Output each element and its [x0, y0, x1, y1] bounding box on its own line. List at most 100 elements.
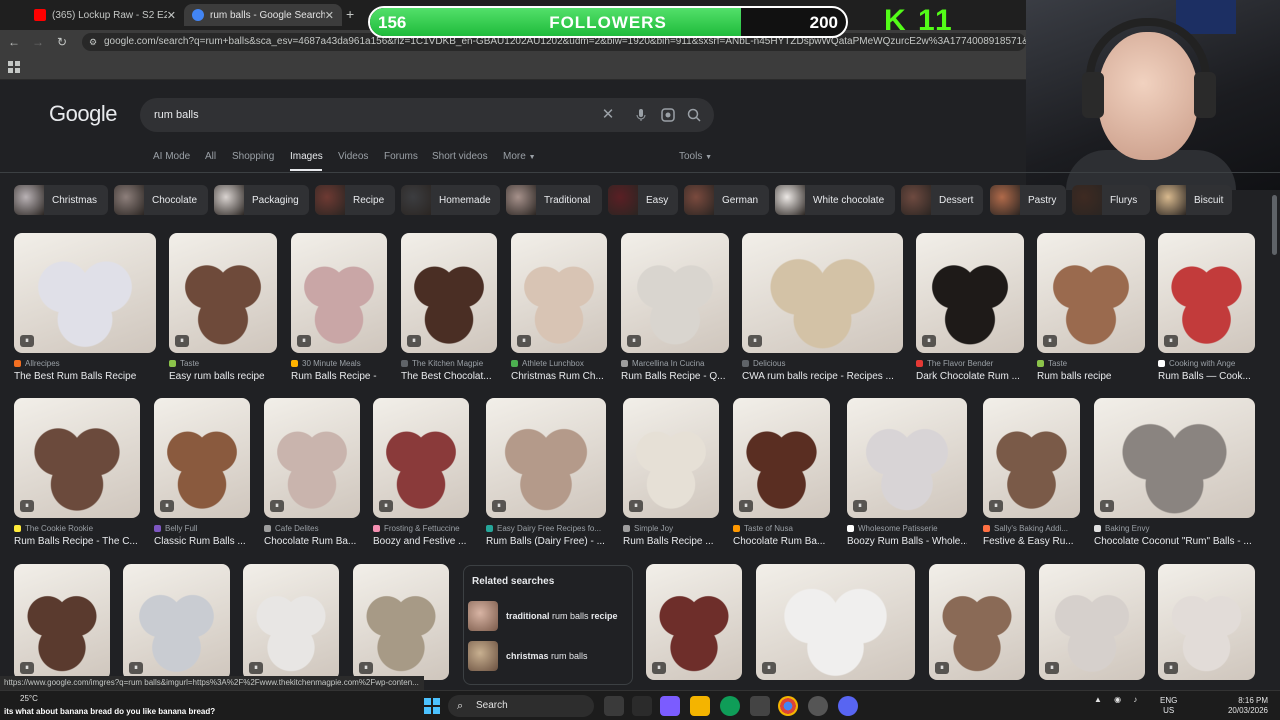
- reload-icon[interactable]: ↻: [54, 34, 70, 50]
- close-icon[interactable]: ✕: [167, 9, 176, 22]
- chevron-up-icon[interactable]: ▲: [1094, 695, 1102, 704]
- result-source[interactable]: The Cookie Rookie: [14, 524, 140, 533]
- tab-videos[interactable]: Videos: [338, 151, 368, 162]
- result-thumbnail[interactable]: [14, 233, 156, 353]
- windows-start-icon[interactable]: [424, 698, 440, 714]
- image-result[interactable]: ⏸ The Flavor Bender Dark Chocolate Rum ...: [916, 233, 1024, 387]
- result-source[interactable]: Simple Joy: [623, 524, 719, 533]
- result-source[interactable]: Belly Full: [154, 524, 250, 533]
- image-result[interactable]: ⏸ Simple Joy Rum Balls Recipe ...: [623, 398, 719, 552]
- chip-biscuit[interactable]: Biscuit: [1156, 185, 1232, 215]
- volume-icon[interactable]: ♪: [1133, 695, 1137, 704]
- image-result[interactable]: ⏸ Easy Dairy Free Recipes fo... Rum Balls …: [486, 398, 606, 552]
- tab-images[interactable]: Images: [290, 151, 323, 162]
- result-title[interactable]: Rum Balls (Dairy Free) - ...: [486, 536, 606, 547]
- image-result[interactable]: ⏸ Taste Rum balls recipe: [1037, 233, 1145, 387]
- chip-homemade[interactable]: Homemade: [401, 185, 500, 215]
- result-source[interactable]: The Kitchen Magpie: [401, 359, 497, 368]
- result-source[interactable]: Cooking with Ange: [1158, 359, 1255, 368]
- result-title[interactable]: Rum Balls Recipe -: [291, 371, 387, 382]
- result-thumbnail[interactable]: [756, 564, 915, 680]
- wifi-icon[interactable]: ◉: [1114, 695, 1121, 704]
- image-result[interactable]: ⏸ 30 Minute Meals Rum Balls Recipe -: [291, 233, 387, 387]
- clock[interactable]: 8:16 PM 20/03/2026: [1214, 696, 1268, 716]
- image-result[interactable]: ⏸ Baking Envy Chocolate Coconut "Rum" Ball…: [1094, 398, 1255, 552]
- chip-white-chocolate[interactable]: White chocolate: [775, 185, 895, 215]
- chip-chocolate[interactable]: Chocolate: [114, 185, 208, 215]
- result-title[interactable]: Rum Balls Recipe - Q...: [621, 371, 729, 382]
- result-title[interactable]: Rum Balls Recipe - The C...: [14, 536, 140, 547]
- microphone-icon[interactable]: [633, 107, 649, 123]
- chip-christmas[interactable]: Christmas: [14, 185, 108, 215]
- result-source[interactable]: Delicious: [742, 359, 903, 368]
- result-title[interactable]: Easy rum balls recipe: [169, 371, 277, 382]
- result-title[interactable]: Classic Rum Balls ...: [154, 536, 250, 547]
- lens-icon[interactable]: [660, 107, 676, 123]
- result-source[interactable]: The Flavor Bender: [916, 359, 1024, 368]
- result-source[interactable]: Baking Envy: [1094, 524, 1255, 533]
- image-result[interactable]: ⏸ Taste Easy rum balls recipe: [169, 233, 277, 387]
- result-thumbnail[interactable]: [1094, 398, 1255, 518]
- tab-ai-mode[interactable]: AI Mode: [153, 151, 190, 162]
- chip-dessert[interactable]: Dessert: [901, 185, 983, 215]
- result-source[interactable]: Taste of Nusa: [733, 524, 830, 533]
- tab-google-search[interactable]: rum balls - Google Search ✕: [184, 4, 342, 26]
- chrome-icon[interactable]: [778, 696, 798, 716]
- result-title[interactable]: Chocolate Coconut "Rum" Balls - ...: [1094, 536, 1255, 547]
- chip-german[interactable]: German: [684, 185, 769, 215]
- image-result[interactable]: ⏸ Cafe Delites Chocolate Rum Ba...: [264, 398, 360, 552]
- image-result[interactable]: ⏸ Frosting & Fettuccine Boozy and Festive …: [373, 398, 469, 552]
- result-title[interactable]: Chocolate Rum Ba...: [264, 536, 360, 547]
- copilot-icon[interactable]: [604, 696, 624, 716]
- result-title[interactable]: The Best Chocolat...: [401, 371, 497, 382]
- tools-button[interactable]: Tools ▼: [679, 151, 712, 162]
- result-source[interactable]: Allrecipes: [14, 359, 156, 368]
- related-search-item[interactable]: traditional rum balls recipe: [468, 600, 630, 632]
- system-tray[interactable]: ▲ ◉ ♪: [1094, 695, 1137, 704]
- image-result[interactable]: ⏸ Sally's Baking Addi... Festive & Easy Ru…: [983, 398, 1080, 552]
- tab-youtube[interactable]: (365) Lockup Raw - S2 E2 The H ✕: [26, 4, 184, 26]
- chip-easy[interactable]: Easy: [608, 185, 678, 215]
- result-source[interactable]: 30 Minute Meals: [291, 359, 387, 368]
- chip-flurys[interactable]: Flurys: [1072, 185, 1150, 215]
- forward-icon[interactable]: →: [30, 34, 46, 50]
- image-result[interactable]: ⏸ Athlete Lunchbox Christmas Rum Ch...: [511, 233, 607, 387]
- file-explorer-icon[interactable]: [690, 696, 710, 716]
- image-result[interactable]: ⏸ The Kitchen Magpie The Best Chocolat...: [401, 233, 497, 387]
- chip-pastry[interactable]: Pastry: [990, 185, 1066, 215]
- clear-icon[interactable]: ✕: [600, 107, 616, 123]
- result-title[interactable]: Rum balls recipe: [1037, 371, 1145, 382]
- result-source[interactable]: Cafe Delites: [264, 524, 360, 533]
- image-result[interactable]: ⏸ The Cookie Rookie Rum Balls Recipe - The…: [14, 398, 140, 552]
- edge-icon[interactable]: [720, 696, 740, 716]
- result-title[interactable]: Dark Chocolate Rum ...: [916, 371, 1024, 382]
- result-source[interactable]: Athlete Lunchbox: [511, 359, 607, 368]
- chip-recipe[interactable]: Recipe: [315, 185, 395, 215]
- image-result[interactable]: ⏸ Belly Full Classic Rum Balls ...: [154, 398, 250, 552]
- chip-packaging[interactable]: Packaging: [214, 185, 309, 215]
- chip-traditional[interactable]: Traditional: [506, 185, 602, 215]
- close-icon[interactable]: ✕: [325, 9, 334, 22]
- result-source[interactable]: Frosting & Fettuccine: [373, 524, 469, 533]
- result-source[interactable]: Sally's Baking Addi...: [983, 524, 1080, 533]
- discord-icon[interactable]: [838, 696, 858, 716]
- result-title[interactable]: CWA rum balls recipe - Recipes ...: [742, 371, 903, 382]
- tab-all[interactable]: All: [205, 151, 216, 162]
- result-title[interactable]: Rum Balls — Cook...: [1158, 371, 1255, 382]
- result-title[interactable]: Rum Balls Recipe ...: [623, 536, 719, 547]
- search-icon[interactable]: [686, 107, 702, 123]
- app-icon[interactable]: [660, 696, 680, 716]
- tab-shopping[interactable]: Shopping: [232, 151, 274, 162]
- taskbar-search[interactable]: ⌕ Search: [448, 695, 594, 717]
- result-source[interactable]: Taste: [169, 359, 277, 368]
- related-search-item[interactable]: christmas rum balls: [468, 640, 630, 672]
- weather-widget[interactable]: 25°C: [20, 694, 38, 704]
- image-result[interactable]: ⏸ Cooking with Ange Rum Balls — Cook...: [1158, 233, 1255, 387]
- result-title[interactable]: Chocolate Rum Ba...: [733, 536, 830, 547]
- result-source[interactable]: Wholesome Patisserie: [847, 524, 967, 533]
- tab-short-videos[interactable]: Short videos: [432, 151, 488, 162]
- obs-icon[interactable]: [808, 696, 828, 716]
- page-scrollbar[interactable]: [1272, 195, 1277, 255]
- tab-forums[interactable]: Forums: [384, 151, 418, 162]
- new-tab-button[interactable]: +: [346, 6, 354, 22]
